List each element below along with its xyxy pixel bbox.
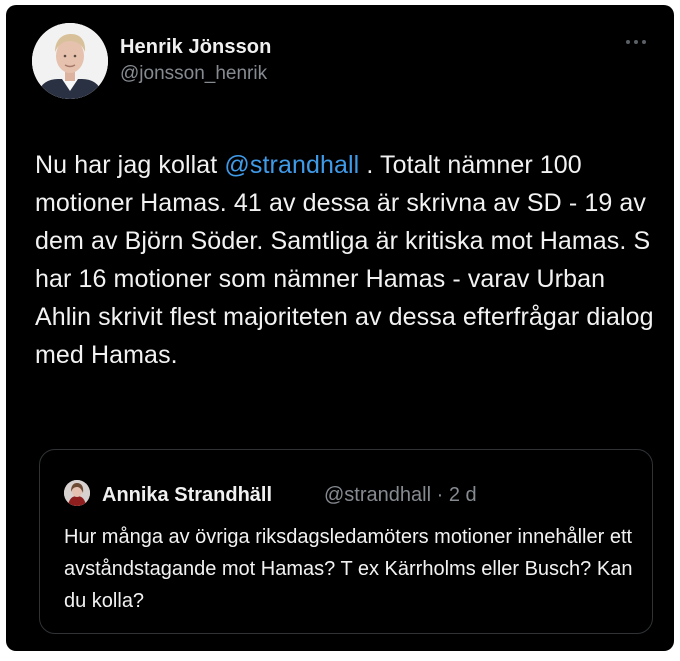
quoted-tweet-text: Hur många av övriga riksdagsledamöters m… <box>64 526 633 612</box>
quoted-author-handle[interactable]: @strandhall <box>324 484 431 506</box>
author-avatar[interactable] <box>32 23 108 99</box>
quoted-author-avatar[interactable] <box>64 480 90 506</box>
tweet-screenshot: Henrik Jönsson @jonsson_henrik Nu har ja… <box>6 5 674 651</box>
mention-link[interactable]: @strandhall <box>224 151 359 179</box>
quoted-author-meta: @strandhall · 2 d <box>324 484 477 507</box>
author-name[interactable]: Henrik Jönsson <box>120 36 271 59</box>
author-handle[interactable]: @jonsson_henrik <box>120 63 267 85</box>
profile-photo-icon <box>64 480 90 506</box>
quoted-tweet-card[interactable]: Annika Strandhäll @strandhall · 2 d Hur … <box>39 449 653 634</box>
tweet-text-prefix: Nu har jag kollat <box>35 151 225 179</box>
profile-photo-icon <box>32 23 108 99</box>
quoted-author-name[interactable]: Annika Strandhäll <box>102 484 272 507</box>
ellipsis-icon[interactable] <box>624 33 648 44</box>
quoted-tweet-time[interactable]: 2 d <box>449 484 477 506</box>
tweet-text: Nu har jag kollat @strandhall . Totalt n… <box>35 146 655 374</box>
tweet-text-suffix: . Totalt nämner 100 motioner Hamas. 41 a… <box>35 151 654 369</box>
